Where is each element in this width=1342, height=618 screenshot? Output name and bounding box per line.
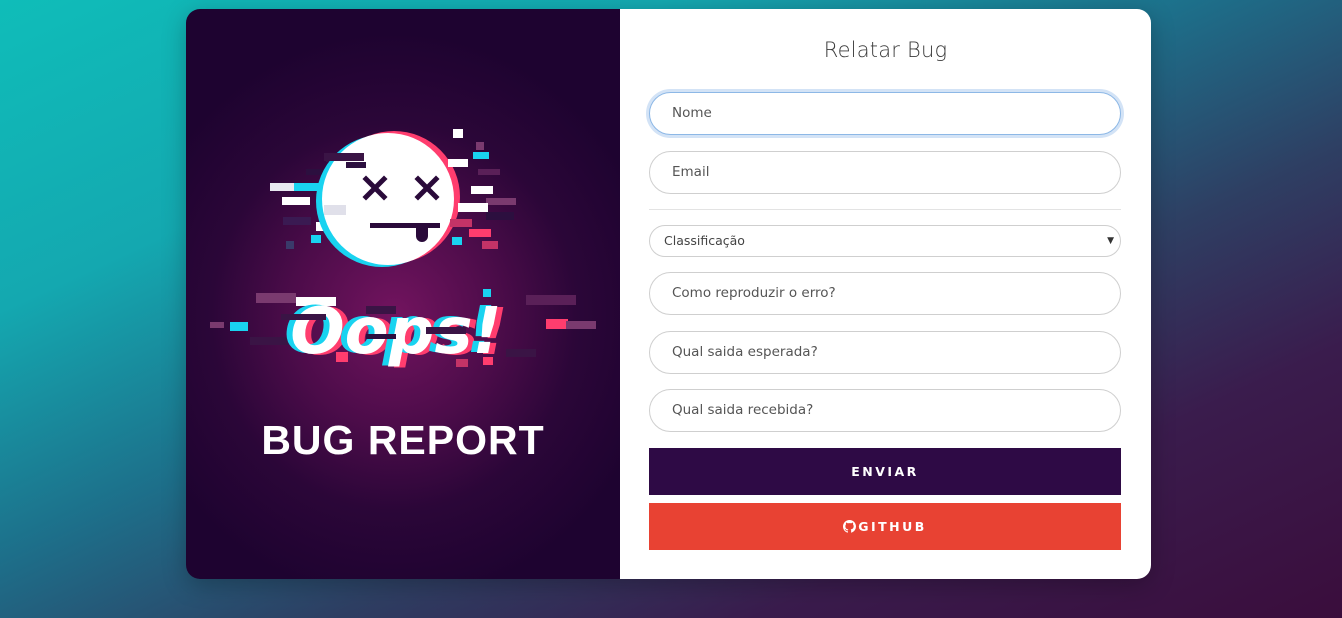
form-divider xyxy=(649,209,1121,210)
received-output-field[interactable]: Qual saida recebida? xyxy=(649,389,1121,432)
name-field[interactable]: Nome xyxy=(649,92,1121,135)
expected-placeholder: Qual saida esperada? xyxy=(672,344,818,360)
submit-button[interactable]: ENVIAR xyxy=(649,448,1121,495)
oops-glitch-illustration: Oops! Oops! Oops! xyxy=(210,129,596,370)
github-icon xyxy=(843,520,857,533)
form-title: Relatar Bug xyxy=(823,38,948,62)
submit-label: ENVIAR xyxy=(851,464,919,479)
github-label: GITHUB xyxy=(858,519,927,534)
dropdown-arrow-icon: ▼ xyxy=(1107,236,1114,246)
reproduce-field[interactable]: Como reproduzir o erro? xyxy=(649,272,1121,315)
expected-output-field[interactable]: Qual saida esperada? xyxy=(649,331,1121,374)
oops-text: Oops! xyxy=(290,295,501,369)
github-button[interactable]: GITHUB xyxy=(649,503,1121,550)
received-placeholder: Qual saida recebida? xyxy=(672,402,814,418)
hero-panel: Oops! Oops! Oops! BUG REPORT xyxy=(186,9,620,579)
bug-report-caption: BUG REPORT xyxy=(261,417,545,463)
classification-select[interactable]: Classificação ▼ xyxy=(649,225,1121,257)
dead-face-icon xyxy=(322,133,454,265)
email-field[interactable]: Email xyxy=(649,151,1121,194)
name-placeholder: Nome xyxy=(672,105,712,121)
classification-value: Classificação xyxy=(664,233,745,248)
reproduce-placeholder: Como reproduzir o erro? xyxy=(672,285,836,301)
email-placeholder: Email xyxy=(672,164,710,180)
